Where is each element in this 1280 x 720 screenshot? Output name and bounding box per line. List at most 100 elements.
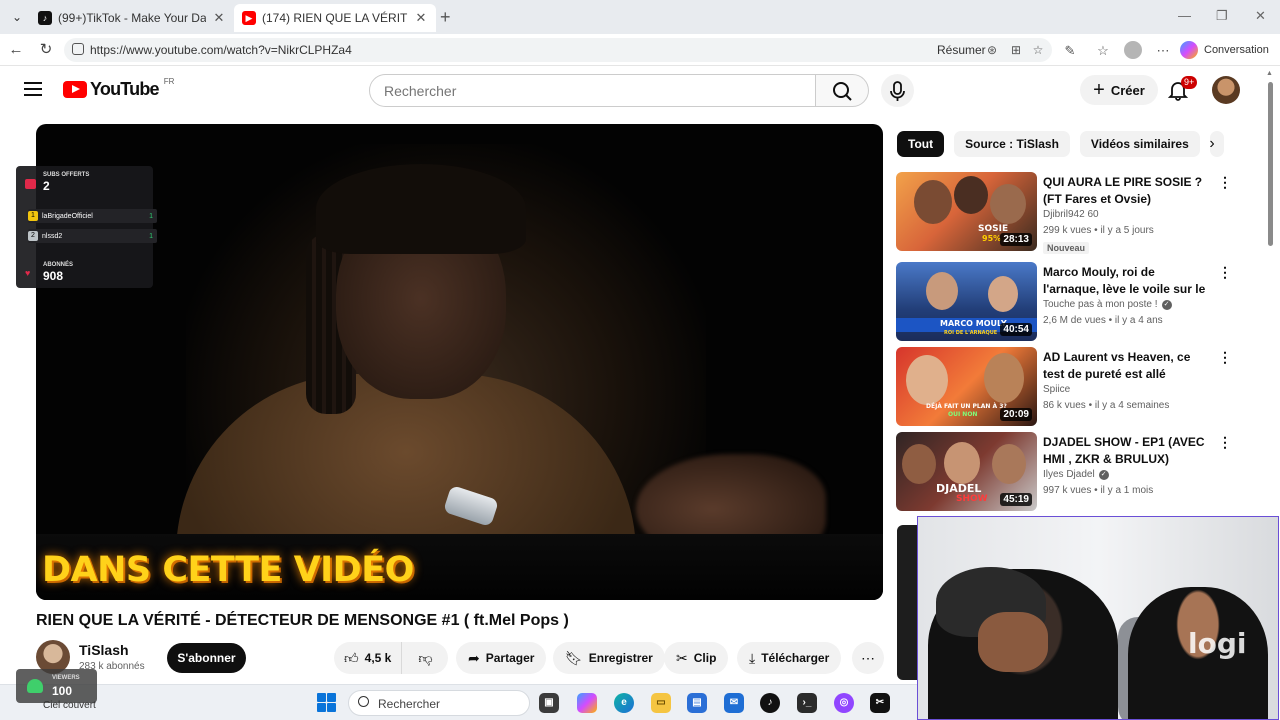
search-button[interactable] [816,74,869,107]
close-tab-icon[interactable]: ✕ [212,10,226,26]
copilot-conversation-button[interactable]: Conversation [1180,39,1269,61]
thumb-caption: MARCO MOULY [940,319,1007,328]
recommendation-meta: 86 k vues • il y a 4 semaines [1043,400,1170,411]
recommendation-title[interactable]: AD Laurent vs Heaven, ce test de pureté … [1043,349,1211,383]
task-view-icon[interactable]: ▣ [539,693,559,713]
video-player[interactable]: DANS CETTE VIDÉO [36,124,883,600]
browser-tab-bar: ⌄ ♪ (99+)TikTok - Make Your Day ✕ ▶ (174… [0,0,1280,34]
youtube-logo[interactable]: YouTube FR [63,77,174,100]
extensions-icon[interactable]: ✎ [1061,42,1079,60]
tab-actions-menu-icon[interactable]: ⌄ [8,8,26,26]
chip-source[interactable]: Source : TiSlash [954,131,1070,157]
capcut-icon[interactable]: ✂ [870,693,890,713]
favorites-icon[interactable]: ☆ [1094,42,1112,60]
minimize-icon[interactable]: — [1178,8,1191,23]
twitch-icon[interactable]: ◎ [834,693,854,713]
leader-name: nlssd2 [42,232,63,240]
verified-icon: ✓ [1098,469,1109,480]
subscribe-button[interactable]: S'abonner [167,643,246,673]
search-input[interactable] [384,83,784,99]
more-vertical-icon[interactable]: ⋮ [1218,264,1232,281]
new-badge: Nouveau [1043,242,1090,254]
tab-title: (174) RIEN QUE LA VÉRITÉ - DÉTEC [262,11,408,25]
video-thumbnail[interactable]: SOSIE 95% 28:13 [896,172,1037,251]
store-icon[interactable]: ▤ [687,693,707,713]
browser-tab-tiktok[interactable]: ♪ (99+)TikTok - Make Your Day ✕ [30,4,234,32]
refresh-icon[interactable]: ↻ [36,40,56,60]
mail-icon[interactable]: ✉ [724,693,744,713]
view-count: 997 k vues [1043,485,1092,496]
weather-status[interactable]: Ciel couvert [43,700,96,711]
video-thumbnail[interactable]: MARCO MOULY ROI DE L'ARNAQUE 40:54 [896,262,1037,341]
maximize-icon[interactable]: ❐ [1216,8,1228,24]
taskbar-search[interactable]: Rechercher [348,690,530,716]
chip-similar[interactable]: Vidéos similaires [1079,131,1200,157]
recommendation-channel: Djibril942 60 [1043,209,1099,220]
thumb-subcaption: OUI NON [948,411,978,418]
account-avatar[interactable] [1212,76,1240,104]
browser-tab-youtube[interactable]: ▶ (174) RIEN QUE LA VÉRITÉ - DÉTEC ✕ [234,4,436,32]
recommendation-item[interactable]: DÉJÀ FAIT UN PLAN À 3? OUI NON 20:09 AD … [896,347,1236,427]
voice-search-button[interactable] [881,74,914,107]
favorite-star-icon[interactable]: ☆ [1030,42,1046,58]
video-duration: 45:19 [1000,493,1032,506]
more-horizontal-icon: ⋯ [861,649,875,666]
download-label: Télécharger [761,651,830,665]
dislike-button[interactable]: 👎︎ [408,650,442,667]
recommendation-item[interactable]: MARCO MOULY ROI DE L'ARNAQUE 40:54 Marco… [896,262,1236,342]
recommendation-title[interactable]: Marco Mouly, roi de l'arnaque, lève le v… [1043,264,1211,298]
thumb-subcaption: SHOW [956,494,988,504]
chevron-right-icon[interactable]: › [1202,134,1222,154]
like-button[interactable]: 👍︎ 4,5 k [334,642,403,674]
create-button[interactable]: + Créer [1080,75,1158,105]
youtube-wordmark: YouTube [90,79,160,99]
more-vertical-icon[interactable]: ⋮ [1218,349,1232,366]
copilot-icon[interactable] [577,693,597,713]
recommendation-item[interactable]: DJADEL SHOW 45:19 DJADEL SHOW - EP1 (AVE… [896,432,1236,512]
clip-button[interactable]: ✂ Clip [664,642,729,674]
video-title: RIEN QUE LA VÉRITÉ - DÉTECTEUR DE MENSON… [36,612,569,629]
folder-icon[interactable]: ▭ [651,693,671,713]
thumbs-up-icon: 👍︎ [344,649,359,666]
channel-label: Djibril942 60 [1043,209,1099,220]
read-aloud-icon[interactable]: ⊛ [984,42,1000,58]
more-vertical-icon[interactable]: ⋮ [1218,174,1232,191]
close-tab-icon[interactable]: ✕ [414,10,428,26]
video-duration: 40:54 [1000,323,1032,336]
new-tab-button[interactable]: + [440,7,451,28]
view-count: 299 k vues [1043,225,1092,236]
apps-icon[interactable]: ⊞ [1008,42,1024,58]
windows-start-icon[interactable] [317,693,336,712]
edge-icon[interactable]: e [614,693,634,713]
recommendation-title[interactable]: DJADEL SHOW - EP1 (AVEC HMI , ZKR & BRUL… [1043,434,1211,468]
scrollbar-thumb[interactable] [1268,82,1273,246]
download-button[interactable]: ⤓ Télécharger [737,642,842,674]
channel-name[interactable]: TiSlash [79,642,129,658]
profile-icon[interactable] [1124,41,1142,59]
close-window-icon[interactable]: ✕ [1255,8,1266,24]
address-bar[interactable]: https://www.youtube.com/watch?v=NikrCLPH… [64,38,1052,62]
recommendation-item[interactable]: SOSIE 95% 28:13 QUI AURA LE PIRE SOSIE ?… [896,172,1236,254]
tiktok-icon[interactable]: ♪ [760,693,780,713]
windows-taskbar: Rechercher ▣ e ▭ ▤ ✉ ♪ ›_ ◎ ✂ [0,684,917,720]
recommendation-meta: 299 k vues • il y a 5 jours [1043,225,1154,236]
more-actions-button[interactable]: ⋯ [852,642,884,674]
share-button[interactable]: ➦ Partager [456,642,547,674]
recommendation-meta: 2,6 M de vues • il y a 4 ans [1043,315,1163,326]
recommendation-channel: Touche pas à mon poste ! ✓ [1043,299,1172,310]
more-options-icon[interactable]: ⋯ [1154,42,1172,60]
webcam-brand-logo: logi [1188,627,1247,660]
scroll-up-icon[interactable]: ▲ [1266,70,1273,77]
terminal-icon[interactable]: ›_ [797,693,817,713]
recommendation-thumbnail-partial[interactable] [897,525,917,680]
chip-all[interactable]: Tout [897,131,945,157]
back-icon[interactable]: ← [6,40,26,60]
video-thumbnail[interactable]: DJADEL SHOW 45:19 [896,432,1037,511]
leader-count: 1 [149,212,153,220]
recommendation-title[interactable]: QUI AURA LE PIRE SOSIE ? (FT Fares et Ov… [1043,174,1211,208]
summarize-button[interactable]: Résumer [937,43,986,57]
more-vertical-icon[interactable]: ⋮ [1218,434,1232,451]
menu-icon[interactable] [24,82,42,96]
save-button[interactable]: 🔖︎ Enregistrer [553,642,665,674]
video-thumbnail[interactable]: DÉJÀ FAIT UN PLAN À 3? OUI NON 20:09 [896,347,1037,426]
